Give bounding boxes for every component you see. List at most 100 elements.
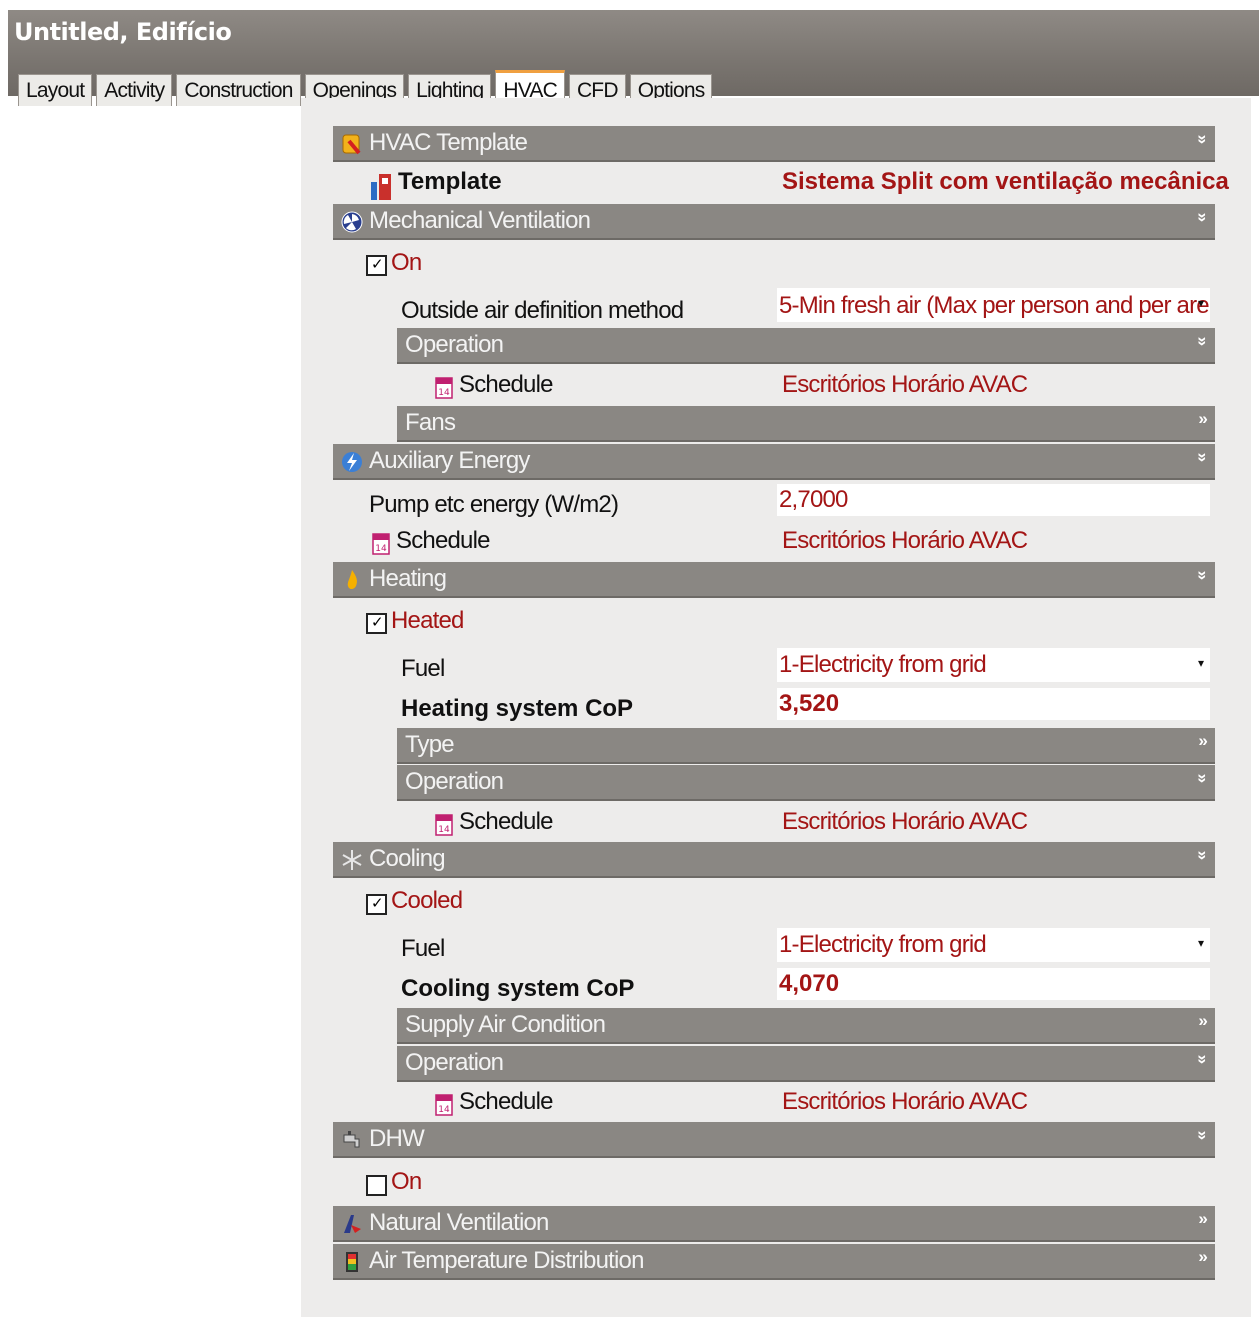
expanded-chevron-icon: » [1193,1054,1213,1064]
heated-checkbox[interactable]: ✓ [366,613,387,634]
natural-ventilation-icon [344,1215,361,1233]
cooling-fuel-value: 1-Electricity from grid [779,931,987,958]
svg-text:14: 14 [438,825,450,835]
svg-text:14: 14 [438,388,450,398]
tap-icon [343,1131,360,1148]
mechanical-ventilation-on-checkbox[interactable]: ✓ [366,255,387,276]
dropdown-arrow-icon[interactable]: ▾ [1198,936,1204,950]
pump-energy-input[interactable]: 2,7000 [777,484,1210,516]
aux-schedule-label: Schedule [396,527,490,554]
svg-text:14: 14 [375,544,387,554]
energy-icon [342,452,362,472]
calendar-icon: 14 [435,814,453,836]
mv-operation-label: Operation [405,331,504,358]
cooling-label: Cooling [369,845,446,872]
outside-air-method-select[interactable]: 5-Min fresh air (Max per person and per … [777,288,1210,322]
cooling-fuel-label: Fuel [401,935,445,962]
heating-schedule-value[interactable]: Escritórios Horário AVAC [782,808,1028,836]
check-icon: ✓ [371,614,384,631]
mv-operation-header[interactable]: Operation » [397,328,1215,364]
check-icon: ✓ [371,256,384,273]
tab-activity[interactable]: Activity [96,74,173,106]
expanded-chevron-icon: » [1193,336,1213,346]
outside-air-method-value: 5-Min fresh air (Max per person and per … [779,292,1210,319]
heating-operation-header[interactable]: Operation » [397,765,1215,801]
fans-label: Fans [405,409,456,436]
cooling-cop-input[interactable]: 4,070 [777,968,1210,1000]
template-icon [371,174,391,200]
heating-schedule-label: Schedule [459,808,553,835]
tab-construction[interactable]: Construction [176,74,301,106]
cooling-schedule-value[interactable]: Escritórios Horário AVAC [782,1088,1028,1116]
collapsed-chevron-icon: » [1198,1209,1207,1228]
pump-energy-label: Pump etc energy (W/m2) [369,491,619,518]
heating-type-header[interactable]: Type » [397,728,1215,764]
calendar-icon: 14 [372,533,390,555]
hvac-template-icon [342,134,361,155]
cooling-schedule-label: Schedule [459,1088,553,1115]
template-value[interactable]: Sistema Split com ventilação mecânica [782,168,1229,196]
collapsed-chevron-icon: » [1198,409,1207,428]
calendar-icon: 14 [435,377,453,399]
auxiliary-energy-header[interactable]: Auxiliary Energy » [333,444,1215,480]
heating-type-label: Type [405,731,455,758]
air-temperature-distribution-header[interactable]: Air Temperature Distribution » [333,1244,1215,1280]
dropdown-arrow-icon[interactable]: ▾ [1198,656,1204,670]
expanded-chevron-icon: » [1193,850,1213,860]
fan-icon [341,211,363,233]
expanded-chevron-icon: » [1193,452,1213,462]
cooling-operation-header[interactable]: Operation » [397,1046,1215,1082]
heating-operation-label: Operation [405,768,504,795]
cooling-header[interactable]: Cooling » [333,842,1215,878]
natural-ventilation-header[interactable]: Natural Ventilation » [333,1206,1215,1242]
check-icon: ✓ [371,895,384,912]
heating-cop-value: 3,520 [779,690,840,717]
heating-fuel-value: 1-Electricity from grid [779,651,987,678]
hvac-template-header-label: HVAC Template [369,129,528,156]
tab-layout[interactable]: Layout [18,74,93,106]
air-temperature-distribution-label: Air Temperature Distribution [369,1247,644,1274]
dhw-label: DHW [369,1125,425,1152]
collapsed-chevron-icon: » [1198,1011,1207,1030]
heating-fuel-label: Fuel [401,655,445,682]
expanded-chevron-icon: » [1193,212,1213,222]
natural-ventilation-label: Natural Ventilation [369,1209,549,1236]
aux-schedule-value[interactable]: Escritórios Horário AVAC [782,527,1028,555]
heating-fuel-select[interactable]: 1-Electricity from grid ▾ [777,648,1210,682]
cooling-cop-label: Cooling system CoP [401,975,635,1002]
mv-schedule-value[interactable]: Escritórios Horário AVAC [782,371,1028,399]
dhw-on-checkbox[interactable] [366,1175,387,1196]
hvac-template-header[interactable]: HVAC Template » [333,126,1215,162]
expanded-chevron-icon: » [1193,773,1213,783]
mv-schedule-label: Schedule [459,371,553,398]
cooling-fuel-select[interactable]: 1-Electricity from grid ▾ [777,928,1210,962]
window-title: Untitled, Edifício [14,18,232,46]
flame-icon [347,570,357,589]
auxiliary-energy-label: Auxiliary Energy [369,447,530,474]
outside-air-method-label: Outside air definition method [401,297,684,324]
collapsed-chevron-icon: » [1198,1247,1207,1266]
cooled-label: Cooled [391,887,463,914]
heating-cop-label: Heating system CoP [401,695,634,722]
snowflake-icon [342,850,362,870]
heated-label: Heated [391,607,464,634]
mechanical-ventilation-on-label: On [391,249,422,276]
dhw-on-label: On [391,1168,422,1195]
heating-header[interactable]: Heating » [333,562,1215,598]
mechanical-ventilation-header[interactable]: Mechanical Ventilation » [333,204,1215,240]
expanded-chevron-icon: » [1193,1130,1213,1140]
cooling-operation-label: Operation [405,1049,504,1076]
fans-header[interactable]: Fans » [397,406,1215,442]
cooled-checkbox[interactable]: ✓ [366,894,387,915]
heating-cop-input[interactable]: 3,520 [777,688,1210,720]
cooling-cop-value: 4,070 [779,970,840,997]
dropdown-arrow-icon[interactable]: ▾ [1198,296,1204,310]
dhw-header[interactable]: DHW » [333,1122,1215,1158]
supply-air-condition-header[interactable]: Supply Air Condition » [397,1008,1215,1044]
expanded-chevron-icon: » [1193,134,1213,144]
heating-label: Heating [369,565,447,592]
calendar-icon: 14 [435,1094,453,1116]
mechanical-ventilation-label: Mechanical Ventilation [369,207,591,234]
template-label: Template [398,168,502,195]
hvac-property-panel: HVAC Template » Template Sistema Split c… [301,98,1251,1317]
